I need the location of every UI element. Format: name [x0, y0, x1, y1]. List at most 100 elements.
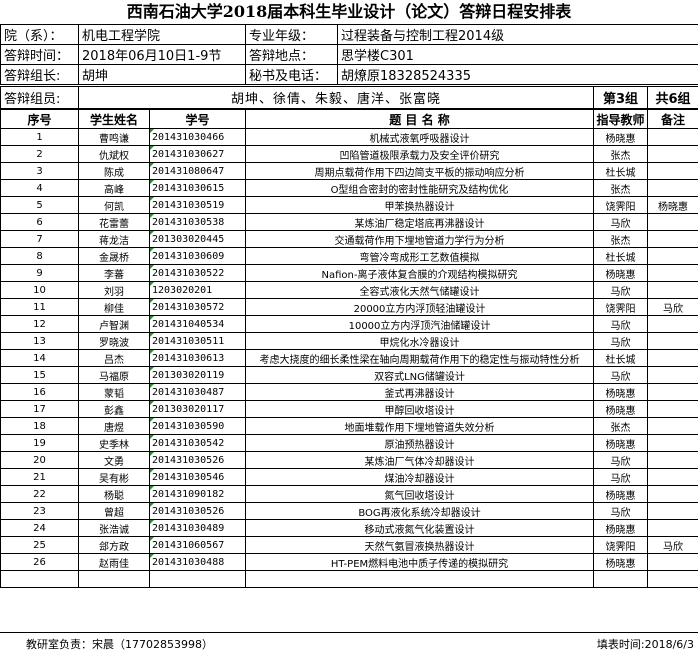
student-id[interactable]: 201303020445	[149, 230, 246, 248]
student-name[interactable]: 金晟桥	[78, 247, 150, 265]
student-id[interactable]: 201431030546	[149, 468, 246, 486]
student-name[interactable]: 曹鸣谦	[78, 128, 150, 146]
topic-title[interactable]: 某炼油厂气体冷却器设计	[245, 451, 594, 469]
student-name[interactable]: 马福原	[78, 366, 150, 384]
remark[interactable]	[647, 366, 698, 384]
remark[interactable]	[647, 264, 698, 282]
remark[interactable]	[647, 519, 698, 537]
remark[interactable]	[647, 145, 698, 163]
topic-title[interactable]: 甲烷化水冷器设计	[245, 332, 594, 350]
topic-title[interactable]: 交通载荷作用下埋地管道力学行为分析	[245, 230, 594, 248]
empty-cell[interactable]	[149, 570, 246, 588]
remark[interactable]	[647, 315, 698, 333]
row-index[interactable]: 3	[0, 162, 79, 180]
student-name[interactable]: 史季林	[78, 434, 150, 452]
remark[interactable]	[647, 502, 698, 520]
topic-title[interactable]: 氮气回收塔设计	[245, 485, 594, 503]
student-id[interactable]: 201431030526	[149, 502, 246, 520]
row-index[interactable]: 10	[0, 281, 79, 299]
row-index[interactable]: 9	[0, 264, 79, 282]
advisor[interactable]: 杨晓惠	[593, 485, 648, 503]
advisor[interactable]: 饶霁阳	[593, 536, 648, 554]
student-name[interactable]: 何凯	[78, 196, 150, 214]
student-name[interactable]: 蒋龙洁	[78, 230, 150, 248]
topic-title[interactable]: 考虑大挠度的细长柔性梁在轴向周期载荷作用下的稳定性与振动特性分析	[245, 349, 594, 367]
members-value[interactable]: 胡坤、徐倩、朱毅、唐洋、张富晓	[78, 86, 594, 109]
topic-title[interactable]: 甲苯换热器设计	[245, 196, 594, 214]
advisor[interactable]: 杨晓惠	[593, 383, 648, 401]
advisor[interactable]: 马欣	[593, 502, 648, 520]
row-index[interactable]: 23	[0, 502, 79, 520]
row-index[interactable]: 22	[0, 485, 79, 503]
major-value[interactable]: 过程装备与控制工程2014级	[337, 24, 698, 45]
advisor[interactable]: 马欣	[593, 451, 648, 469]
student-name[interactable]: 陈成	[78, 162, 150, 180]
time-value[interactable]: 2018年06月10日1-9节	[78, 44, 246, 65]
row-index[interactable]: 7	[0, 230, 79, 248]
topic-title[interactable]: 原油预热器设计	[245, 434, 594, 452]
advisor[interactable]: 杜长城	[593, 162, 648, 180]
student-id[interactable]: 201431030538	[149, 213, 246, 231]
student-name[interactable]: 吴有彬	[78, 468, 150, 486]
topic-title[interactable]: 全容式液化天然气储罐设计	[245, 281, 594, 299]
advisor[interactable]: 杨晓惠	[593, 128, 648, 146]
topic-title[interactable]: 移动式液氮气化装置设计	[245, 519, 594, 537]
student-id[interactable]: 201431040534	[149, 315, 246, 333]
remark[interactable]	[647, 553, 698, 571]
student-id[interactable]: 201431030511	[149, 332, 246, 350]
advisor[interactable]: 马欣	[593, 281, 648, 299]
remark[interactable]	[647, 468, 698, 486]
student-id[interactable]: 201431030609	[149, 247, 246, 265]
student-name[interactable]: 曾超	[78, 502, 150, 520]
advisor[interactable]: 张杰	[593, 417, 648, 435]
student-id[interactable]: 201431030522	[149, 264, 246, 282]
topic-title[interactable]: 地面堆载作用下埋地管道失效分析	[245, 417, 594, 435]
student-name[interactable]: 刘羽	[78, 281, 150, 299]
student-name[interactable]: 吕杰	[78, 349, 150, 367]
row-index[interactable]: 2	[0, 145, 79, 163]
remark[interactable]	[647, 230, 698, 248]
student-name[interactable]: 罗晓波	[78, 332, 150, 350]
advisor[interactable]: 饶霁阳	[593, 298, 648, 316]
topic-title[interactable]: 机械式液氧呼吸器设计	[245, 128, 594, 146]
row-index[interactable]: 1	[0, 128, 79, 146]
remark[interactable]	[647, 434, 698, 452]
topic-title[interactable]: 周期点载荷作用下四边简支平板的振动响应分析	[245, 162, 594, 180]
row-index[interactable]: 11	[0, 298, 79, 316]
empty-cell[interactable]	[0, 570, 79, 588]
row-index[interactable]: 15	[0, 366, 79, 384]
empty-cell[interactable]	[78, 570, 150, 588]
topic-title[interactable]: O型组合密封的密封性能研究及结构优化	[245, 179, 594, 197]
row-index[interactable]: 13	[0, 332, 79, 350]
student-id[interactable]: 201431030489	[149, 519, 246, 537]
topic-title[interactable]: Nafion-离子液体复合膜的介观结构模拟研究	[245, 264, 594, 282]
row-index[interactable]: 6	[0, 213, 79, 231]
remark[interactable]	[647, 247, 698, 265]
student-name[interactable]: 文勇	[78, 451, 150, 469]
student-id[interactable]: 201431030519	[149, 196, 246, 214]
remark[interactable]	[647, 213, 698, 231]
student-id[interactable]: 201431090182	[149, 485, 246, 503]
topic-title[interactable]: 煤油冷却器设计	[245, 468, 594, 486]
topic-title[interactable]: 某炼油厂稳定塔底再沸器设计	[245, 213, 594, 231]
topic-title[interactable]: HT-PEM燃料电池中质子传递的模拟研究	[245, 553, 594, 571]
row-index[interactable]: 21	[0, 468, 79, 486]
student-id[interactable]: 201431030488	[149, 553, 246, 571]
student-id[interactable]: 201431060567	[149, 536, 246, 554]
student-id[interactable]: 201431030466	[149, 128, 246, 146]
remark[interactable]	[647, 281, 698, 299]
advisor[interactable]: 杨晓惠	[593, 264, 648, 282]
row-index[interactable]: 12	[0, 315, 79, 333]
row-index[interactable]: 26	[0, 553, 79, 571]
topic-title[interactable]: 20000立方内浮顶轻油罐设计	[245, 298, 594, 316]
remark[interactable]	[647, 383, 698, 401]
row-index[interactable]: 16	[0, 383, 79, 401]
student-id[interactable]: 201431030613	[149, 349, 246, 367]
advisor[interactable]: 杜长城	[593, 349, 648, 367]
advisor[interactable]: 杨晓惠	[593, 434, 648, 452]
student-name[interactable]: 张浩诚	[78, 519, 150, 537]
row-index[interactable]: 14	[0, 349, 79, 367]
advisor[interactable]: 张杰	[593, 145, 648, 163]
topic-title[interactable]: 10000立方内浮顶汽油储罐设计	[245, 315, 594, 333]
remark[interactable]	[647, 162, 698, 180]
